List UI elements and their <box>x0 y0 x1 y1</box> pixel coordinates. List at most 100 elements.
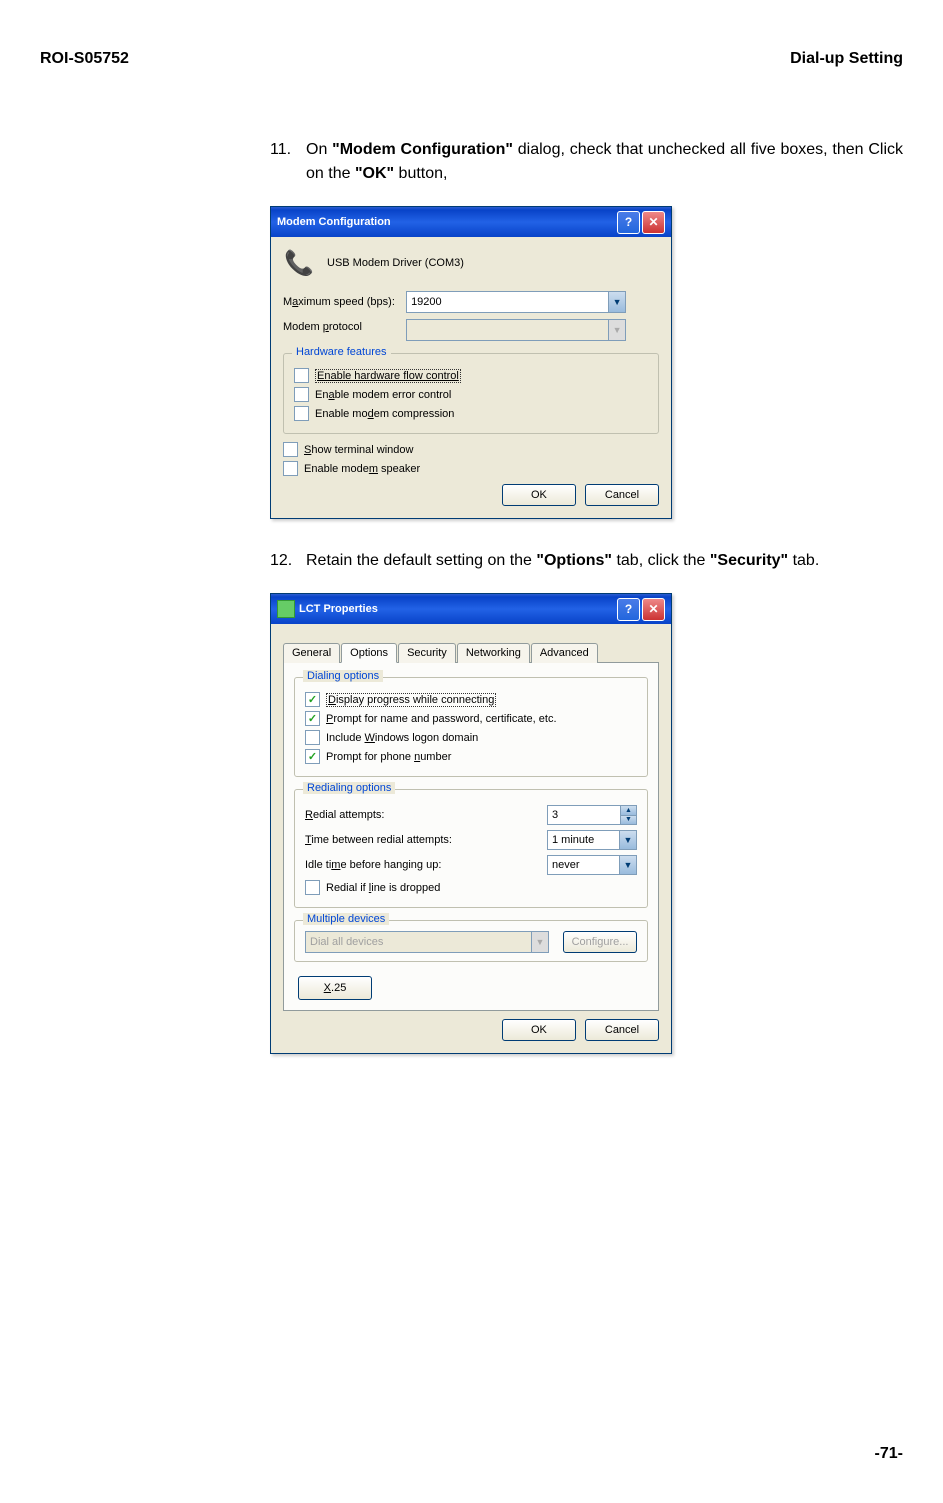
idle-time-combo[interactable]: never ▼ <box>547 855 637 875</box>
accel-underline: X <box>324 982 331 994</box>
combo-value: Dial all devices <box>310 936 383 948</box>
multi-devices-combo: Dial all devices ▼ <box>305 931 549 953</box>
group-legend: Redialing options <box>303 782 395 794</box>
checkbox-label: Prompt for name and password, certificat… <box>326 713 557 725</box>
text-fragment: indows logon domain <box>375 732 478 744</box>
modem-driver-label: USB Modem Driver (COM3) <box>327 257 464 269</box>
configure-button: Configure... <box>563 931 637 953</box>
group-legend: Multiple devices <box>303 913 389 925</box>
text-fragment: Enable mode <box>304 463 369 475</box>
cancel-button[interactable]: Cancel <box>585 1019 659 1041</box>
cancel-button[interactable]: Cancel <box>585 484 659 506</box>
prompt-phone-number-checkbox[interactable] <box>305 749 320 764</box>
bold-term: "Options" <box>536 552 612 569</box>
text-fragment: rotocol <box>329 321 362 333</box>
ok-button[interactable]: OK <box>502 1019 576 1041</box>
modem-protocol-combo: ▼ <box>406 319 626 341</box>
text-fragment: button, <box>394 165 447 182</box>
close-button[interactable]: ✕ <box>642 211 665 234</box>
spinner-value: 3 <box>552 809 558 821</box>
header-left: ROI-S05752 <box>40 50 129 68</box>
time-between-redial-label: Time between redial attempts: <box>305 834 547 846</box>
spin-down-icon[interactable]: ▼ <box>621 816 636 825</box>
checkbox-label: Redial if line is dropped <box>326 882 440 894</box>
text-fragment: Enable mo <box>315 408 368 420</box>
text-fragment: .25 <box>331 982 346 994</box>
text-fragment: em compression <box>374 408 455 420</box>
max-speed-combo[interactable]: 19200 ▼ <box>406 291 626 313</box>
chevron-down-icon: ▼ <box>619 831 636 849</box>
tab-networking[interactable]: Networking <box>457 643 530 663</box>
max-speed-label: Maximum speed (bps): <box>283 296 403 308</box>
checkbox-label: Show terminal window <box>304 444 413 456</box>
multiple-devices-group: Multiple devices Dial all devices ▼ Conf… <box>294 920 648 962</box>
titlebar: LCT Properties ? ✕ <box>271 594 671 624</box>
instruction-step-11: 11. On "Modem Configuration" dialog, che… <box>270 138 903 186</box>
checkbox-label: Enable modem error control <box>315 389 451 401</box>
text-fragment: edial attempts: <box>313 809 385 821</box>
group-legend: Dialing options <box>303 670 383 682</box>
step-number: 11. <box>270 138 306 186</box>
spinner-buttons[interactable]: ▲▼ <box>620 806 636 824</box>
x25-button[interactable]: X.25 <box>298 976 372 1000</box>
checkbox-label: Display progress while connecting <box>326 693 496 707</box>
text-fragment: On <box>306 141 332 158</box>
show-terminal-checkbox[interactable] <box>283 442 298 457</box>
include-logon-domain-checkbox[interactable] <box>305 730 320 745</box>
text-fragment: rompt for name and password, certificate… <box>333 713 556 725</box>
group-legend: Hardware features <box>292 346 391 358</box>
text-fragment: Retain the default setting on the <box>306 552 536 569</box>
checkbox-label: Enable modem compression <box>315 408 454 420</box>
combo-value: never <box>552 859 580 871</box>
chevron-down-icon: ▼ <box>531 932 548 952</box>
help-button[interactable]: ? <box>617 211 640 234</box>
tab-options[interactable]: Options <box>341 643 397 663</box>
text-fragment: Idle ti <box>305 859 331 871</box>
prompt-name-password-checkbox[interactable] <box>305 711 320 726</box>
text-fragment: umber <box>420 751 451 763</box>
checkbox-label: Enable modem speaker <box>304 463 420 475</box>
lct-properties-dialog: LCT Properties ? ✕ General Options Secur… <box>270 593 672 1054</box>
checkbox-label: Prompt for phone number <box>326 751 451 763</box>
checkbox-label: Enable hardware flow control <box>315 369 461 383</box>
redial-attempts-label: Redial attempts: <box>305 809 547 821</box>
step-text: Retain the default setting on the "Optio… <box>306 549 819 573</box>
display-progress-checkbox[interactable] <box>305 692 320 707</box>
enable-speaker-checkbox[interactable] <box>283 461 298 476</box>
text-fragment: tab, click the <box>612 552 710 569</box>
close-button[interactable]: ✕ <box>642 598 665 621</box>
time-between-redial-combo[interactable]: 1 minute ▼ <box>547 830 637 850</box>
tabs: General Options Security Networking Adva… <box>283 642 659 663</box>
accel-underline: W <box>365 732 375 744</box>
tab-general[interactable]: General <box>283 643 340 663</box>
text-fragment: isplay progress while connecting <box>336 694 494 706</box>
titlebar: Modem Configuration ? ✕ <box>271 207 671 237</box>
spin-up-icon[interactable]: ▲ <box>621 806 636 816</box>
text-fragment: how terminal window <box>311 444 413 456</box>
text-fragment: Redial if <box>326 882 369 894</box>
text-fragment: speaker <box>378 463 420 475</box>
tab-advanced[interactable]: Advanced <box>531 643 598 663</box>
redial-if-dropped-checkbox[interactable] <box>305 880 320 895</box>
text-fragment: Include <box>326 732 365 744</box>
text-fragment: ximum speed (bps): <box>298 296 395 308</box>
redial-attempts-spinner[interactable]: 3 ▲▼ <box>547 805 637 825</box>
dialing-options-group: Dialing options Display progress while c… <box>294 677 648 777</box>
bold-term: "OK" <box>355 165 394 182</box>
redialing-options-group: Redialing options Redial attempts: 3 ▲▼ … <box>294 789 648 908</box>
accel-underline: m <box>369 463 378 475</box>
help-button[interactable]: ? <box>617 598 640 621</box>
dialog-title: Modem Configuration <box>277 216 615 228</box>
enable-compression-checkbox[interactable] <box>294 406 309 421</box>
accel-underline: D <box>328 694 336 706</box>
bold-term: "Security" <box>710 552 788 569</box>
text-fragment: Prompt for phone <box>326 751 414 763</box>
accel-underline: Enable hardware flow control <box>317 370 459 382</box>
text-fragment: e before hanging up: <box>340 859 441 871</box>
tab-security[interactable]: Security <box>398 643 456 663</box>
ok-button[interactable]: OK <box>502 484 576 506</box>
text-fragment: Modem <box>283 321 323 333</box>
enable-error-control-checkbox[interactable] <box>294 387 309 402</box>
text-fragment: ine is dropped <box>371 882 440 894</box>
enable-hardware-flow-checkbox[interactable] <box>294 368 309 383</box>
